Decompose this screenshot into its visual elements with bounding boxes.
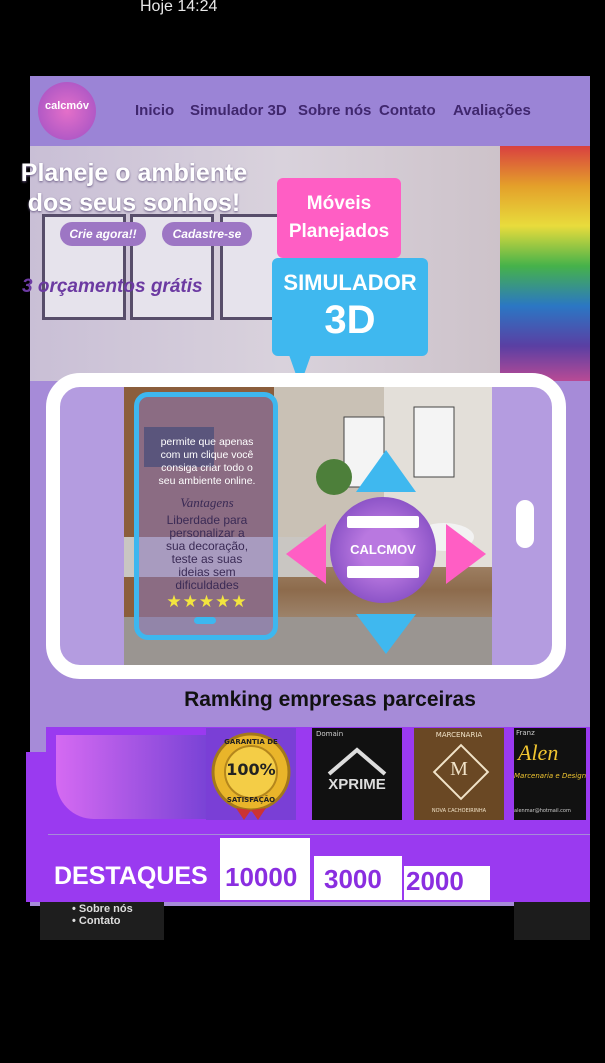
status-bar: Hoje 14:24 [0,0,605,24]
advantages-title: Vantagens [180,495,234,510]
arrow-left-icon [286,524,326,584]
footer-link-sobre[interactable]: • Sobre nós [72,903,133,915]
color-swatch-image [500,146,590,386]
nav-item-inicio[interactable]: Inicio [135,102,174,119]
partner-alen[interactable]: Franz Alen Marcenaria e Design alenmar@h… [514,728,586,820]
nav-item-simulador[interactable]: Simulador 3D [190,102,287,119]
highlight-box: 3000 [314,856,402,900]
marcenaria-letter: M [450,758,468,780]
highlight-box: 2000 [404,866,490,900]
mini-text-line: com um clique você [160,449,254,461]
footer-link-contato[interactable]: • Contato [72,915,133,927]
decor-strip [26,752,48,902]
seal-value: 100% [226,760,276,779]
calc-bar-top [347,516,419,528]
highlight-value: 2000 [406,866,464,896]
adv-line: dificuldades [175,578,239,592]
nav-item-avaliacoes[interactable]: Avaliações [453,102,531,119]
marcenaria-top: MARCENARIA [435,731,483,739]
bubble-line2: Planejados [288,221,390,242]
hero-title-line2: dos seus sonhos! [27,189,241,217]
xprime-name: XPRIME [328,776,386,793]
create-now-button[interactable]: Crie agora!! [60,222,146,246]
hero-title-line1: Planeje o ambiente [20,159,248,187]
nav-item-contato[interactable]: Contato [379,102,436,119]
marcenaria-bottom: NOVA CACHOEIRINHA [431,808,487,814]
alen-name: Alen [518,740,559,765]
arrow-up-icon [356,450,416,492]
highlight-value: 10000 [225,862,298,892]
advantages-text: Liberdade para personalizar a sua decora… [150,514,264,592]
status-time: Hoje 14:24 [140,0,218,15]
nav-item-sobre[interactable]: Sobre nós [298,102,371,119]
mini-phone-description: permite que apenas com um clique você co… [150,436,264,488]
planned-furniture-text: Móveis Planejados [277,190,401,246]
register-button[interactable]: Cadastre-se [162,222,252,246]
alen-sub: Marcenaria e Design [514,772,586,780]
seal-top-text: GARANTIA DE [224,738,278,746]
calc-bar-bottom [347,566,419,578]
home-indicator [194,617,216,624]
logo-text: calcmóv [44,100,90,112]
ranking-title: Ramking empresas parceiras [184,688,476,711]
house-roof-icon [327,747,387,776]
alen-email: alenmar@hotmail.com [514,808,571,814]
footer-links: • Sobre nós • Contato [72,903,133,927]
partner-satisfaction-seal[interactable]: GARANTIA DE 100% SATISFAÇÃO [206,728,296,820]
seal-bottom-text: SATISFAÇÃO [226,796,276,804]
free-quotes-text: 3 orçamentos grátis [22,276,203,297]
hero-title: Planeje o ambiente dos seus sonhos! [14,158,254,218]
partner-marcenaria[interactable]: MARCENARIA M NOVA CACHOEIRINHA [414,728,504,820]
rating-stars-icon: ★★★★★ [166,592,248,612]
arrow-right-icon [446,524,486,584]
calcmov-label: CALCMOV [350,542,416,557]
mini-text-line: permite que apenas [160,436,254,448]
alen-small: Franz [516,729,535,737]
xprime-small: Domain [316,730,344,738]
simulator-3d: 3D [324,298,376,342]
bubble-line1: Móveis [306,193,372,214]
partner-xprime[interactable]: Domain XPRIME [312,728,402,820]
mini-text-line: consiga criar todo o [161,462,253,474]
mini-text-line: seu ambiente online. [158,475,256,487]
nav-bar: calcmóv Inicio Simulador 3D Sobre nós Co… [30,76,590,146]
arrow-down-icon [356,614,416,654]
highlight-value: 3000 [324,864,382,894]
simulator-title: SIMULADOR [283,270,417,295]
highlight-box: 10000 [220,838,310,900]
partners-pill [56,735,206,819]
phone-button [516,500,534,548]
highlights-label: DESTAQUES [54,862,208,890]
footer-block [514,902,590,940]
